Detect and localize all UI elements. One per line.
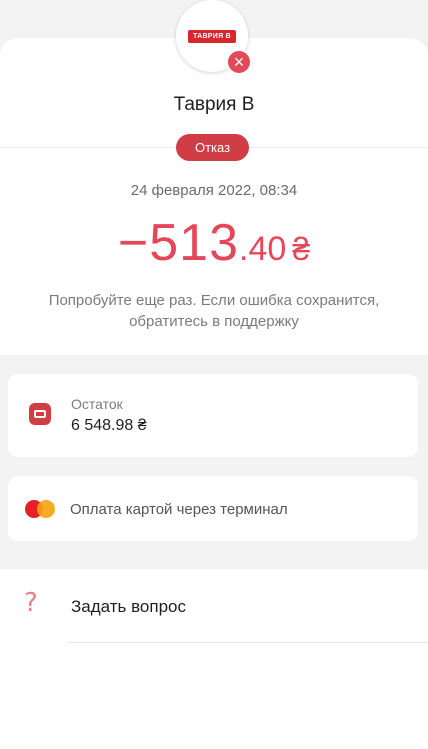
balance-card: Остаток 6 548.98 ₴ [8,374,418,457]
mastercard-orange-circle [37,500,55,518]
balance-label: Остаток [71,396,123,412]
error-message: Попробуйте еще раз. Если ошибка сохранит… [48,292,380,330]
amount-decimal: .40 [239,230,287,268]
transaction-datetime: 24 февраля 2022, 08:34 [130,182,298,199]
question-icon: ? [24,588,38,618]
declined-status-icon: × [226,49,252,75]
payment-method-text: Оплата картой через терминал [70,501,288,518]
mastercard-icon [25,500,57,518]
payment-method-card: Оплата картой через терминал [8,476,418,541]
balance-value: 6 548.98 ₴ [71,417,147,434]
transaction-amount: −513.40 ₴ [0,213,428,273]
amount-currency: ₴ [292,231,311,267]
ask-question-button[interactable]: ? Задать вопрос [0,570,428,644]
help-divider [68,642,428,643]
merchant-name: Таврия В [173,94,255,115]
amount-integer: 513 [149,214,240,272]
status-badge: Отказ [176,134,249,161]
wallet-icon [29,403,51,425]
amount-sign: − [117,214,150,272]
merchant-logo-text: ТАВРИЯ В [187,29,237,43]
ask-question-label: Задать вопрос [71,597,186,616]
